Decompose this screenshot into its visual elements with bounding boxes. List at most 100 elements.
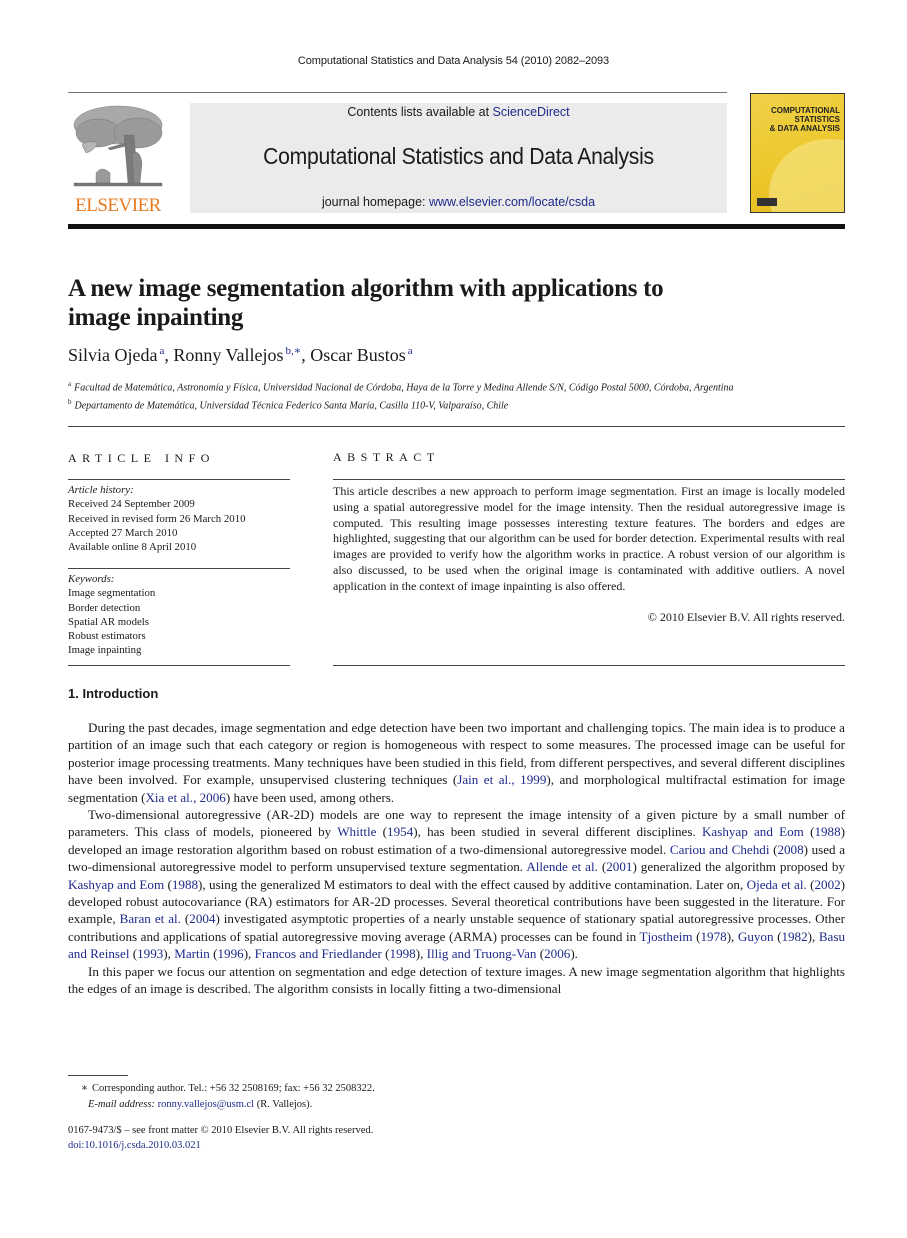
keyword-item: Image inpainting [68, 644, 142, 657]
cover-title-line: COMPUTATIONAL [770, 106, 840, 115]
affiliation: b Departamento de Matemática, Universidad… [68, 398, 508, 411]
citation-link[interactable]: 2006 [544, 946, 570, 961]
journal-title: Computational Statistics and Data Analys… [263, 143, 654, 169]
citation-link[interactable]: Francos and Friedlander [255, 946, 382, 961]
author-separator: , [301, 345, 311, 365]
citation-link[interactable]: Kashyap and Eom [68, 877, 164, 892]
email-footnote: E-mail address: ronny.vallejos@usm.cl (R… [68, 1097, 312, 1113]
body-text-run: ). [570, 946, 578, 962]
footnote-divider [68, 1075, 128, 1076]
elsevier-tree-icon [73, 105, 163, 187]
citation-link[interactable]: Jain et al., 1999 [457, 772, 546, 787]
email-label: E-mail address: [88, 1099, 158, 1110]
affiliation-mark: b [68, 398, 72, 406]
citation-link[interactable]: Tjostheim [639, 929, 692, 944]
body-text-run: ) have been used, among others. [225, 789, 395, 805]
history-item: Available online 8 April 2010 [68, 541, 197, 554]
citation-link[interactable]: Guyon [738, 929, 774, 944]
email-link[interactable]: ronny.vallejos@usm.cl [158, 1099, 254, 1110]
keywords-divider [68, 568, 290, 569]
affiliation-text: Facultad de Matemática, Astronomía y Fís… [74, 382, 734, 394]
citation-link[interactable]: 1988 [172, 877, 198, 892]
introduction-body: During the past decades, image segmentat… [68, 719, 845, 998]
contents-line: Contents lists available at ScienceDirec… [190, 103, 727, 119]
journal-cover-thumbnail[interactable]: COMPUTATIONAL STATISTICS & DATA ANALYSIS [750, 93, 845, 213]
citation-link[interactable]: 1998 [390, 946, 416, 961]
citation-link[interactable]: 1996 [218, 946, 244, 961]
body-text-run: In this paper we focus our attention on … [68, 963, 845, 997]
keywords: Keywords: Image segmentation Border dete… [68, 572, 290, 658]
article-info-divider [68, 479, 290, 480]
homepage-line: journal homepage: www.elsevier.com/locat… [190, 195, 727, 209]
contents-prefix: Contents lists available at [347, 105, 493, 119]
body-text-run: ) generalized the algorithm proposed by [632, 859, 846, 875]
author-list: Silvia Ojeda a, Ronny Vallejos b,∗, Oscar … [68, 344, 413, 366]
author-name[interactable]: Ronny Vallejos [173, 345, 283, 365]
citation-link[interactable]: 1982 [781, 929, 807, 944]
body-text-run: ( [381, 946, 390, 962]
keyword-item: Spatial AR models [68, 615, 149, 628]
body-text-run: ), [807, 928, 819, 944]
cover-title-line: STATISTICS [794, 115, 840, 124]
citation-link[interactable]: 2001 [606, 859, 632, 874]
body-text-run: ), using the generalized M estimators to… [198, 876, 747, 892]
body-text-run: ( [692, 928, 701, 944]
cover-title: COMPUTATIONAL STATISTICS & DATA ANALYSIS [770, 106, 840, 133]
citation-link[interactable]: Illig and Truong-Van [427, 946, 537, 961]
author-name[interactable]: Silvia Ojeda [68, 345, 157, 365]
email-suffix: (R. Vallejos). [254, 1099, 313, 1110]
journal-homepage-link[interactable]: www.elsevier.com/locate/csda [429, 195, 595, 209]
masthead-thick-rule [68, 224, 845, 229]
keyword-item: Robust estimators [68, 630, 146, 643]
citation-link[interactable]: Ojeda et al. [747, 877, 807, 892]
abstract-label: ABSTRACT [333, 450, 440, 464]
doi-link[interactable]: doi:10.1016/j.csda.2010.03.021 [68, 1140, 201, 1151]
citation-link[interactable]: 2002 [814, 877, 840, 892]
citation-link[interactable]: Whittle [337, 824, 376, 839]
citation-link[interactable]: 1978 [701, 929, 727, 944]
citation-link[interactable]: 2008 [777, 842, 803, 857]
article-title: A new image segmentation algorithm with … [68, 274, 768, 332]
body-text-run: ), [163, 946, 175, 962]
abstract-copyright: © 2010 Elsevier B.V. All rights reserved… [647, 610, 845, 624]
elsevier-wordmark: ELSEVIER [75, 195, 161, 216]
citation-link[interactable]: 1954 [387, 824, 413, 839]
cover-title-line: & DATA ANALYSIS [769, 124, 840, 133]
sciencedirect-link[interactable]: ScienceDirect [493, 105, 570, 119]
cover-publisher-mark [757, 198, 777, 206]
citation-link[interactable]: 2004 [189, 911, 215, 926]
article-history: Article history: Received 24 September 2… [68, 483, 290, 554]
header-divider [68, 426, 845, 427]
journal-masthead: Contents lists available at ScienceDirec… [190, 103, 727, 213]
abstract-bottom-divider [333, 665, 845, 666]
body-text-run: ( [164, 876, 172, 892]
keyword-item: Image segmentation [68, 587, 156, 600]
citation-link[interactable]: Cariou and Chehdi [670, 842, 770, 857]
citation-link[interactable]: 1988 [814, 824, 840, 839]
article-history-header: Article history: [68, 484, 134, 496]
citation-link[interactable]: Baran et al. [120, 911, 181, 926]
footnote-star: ∗ [80, 1083, 88, 1094]
body-text-run: ( [597, 859, 607, 875]
body-text-run: ( [209, 946, 218, 962]
history-item: Received 24 September 2009 [68, 498, 195, 511]
citation-link[interactable]: Allende et al. [526, 859, 598, 874]
article-title-line: image inpainting [68, 304, 244, 331]
author-affil-mark[interactable]: a [408, 345, 413, 357]
citation-link[interactable]: Kashyap and Eom [702, 824, 804, 839]
body-text-run: ), [243, 946, 255, 962]
author-affil-mark[interactable]: b,∗ [286, 345, 302, 357]
body-text-run: ( [129, 946, 138, 962]
citation-link[interactable]: Xia et al., 2006 [145, 790, 225, 805]
affiliation-text: Departamento de Matemática, Universidad … [74, 400, 509, 412]
running-head: Computational Statistics and Data Analys… [297, 55, 610, 67]
article-info-bottom-divider [68, 665, 290, 666]
citation-link[interactable]: Martin [174, 946, 210, 961]
citation-link[interactable]: 1993 [137, 946, 163, 961]
body-paragraph: Two-dimensional autoregressive (AR-2D) m… [68, 806, 845, 963]
abstract-divider [333, 479, 845, 480]
article-title-line: A new image segmentation algorithm with … [68, 275, 664, 302]
elsevier-logo[interactable]: ELSEVIER [68, 103, 168, 216]
body-text-run: ( [376, 824, 388, 840]
author-name[interactable]: Oscar Bustos [310, 345, 406, 365]
